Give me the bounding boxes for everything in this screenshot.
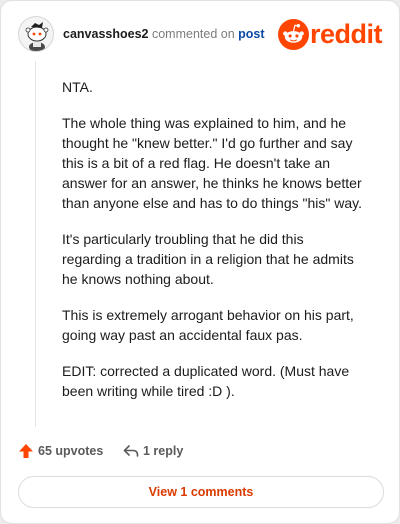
comment-paragraph: EDIT: corrected a duplicated word. (Must…	[62, 363, 350, 399]
upvote-count: 65 upvotes	[38, 444, 104, 458]
comment-paragraph: NTA.	[62, 79, 93, 95]
snoo-icon	[278, 19, 309, 50]
comment-body: NTA. The whole thing was explained to hi…	[62, 77, 362, 417]
action-text: commented on	[151, 27, 235, 41]
user-avatar[interactable]	[18, 16, 54, 52]
comment-actions: 65 upvotes 1 reply	[18, 443, 384, 463]
comment-card: canvasshoes2 commented on post reddit NT…	[0, 0, 400, 524]
brand-wordmark: reddit	[310, 19, 383, 49]
upvote-button[interactable]: 65 upvotes	[18, 443, 103, 459]
reddit-logo[interactable]: reddit	[278, 19, 384, 51]
reply-button[interactable]: 1 reply	[123, 443, 183, 459]
thread-line	[35, 61, 36, 427]
view-comments-button[interactable]: View 1 comments	[18, 476, 384, 508]
comment-paragraph: It's particularly troubling that he did …	[62, 231, 354, 287]
comment-paragraph: The whole thing was explained to him, an…	[62, 115, 362, 211]
post-link[interactable]: post	[238, 27, 264, 41]
comment-paragraph: This is extremely arrogant behavior on h…	[62, 307, 354, 343]
reply-arrow-icon	[123, 445, 139, 457]
comment-meta: canvasshoes2 commented on post	[63, 26, 265, 42]
comment-header: canvasshoes2 commented on post reddit	[18, 15, 384, 53]
username-link[interactable]: canvasshoes2	[63, 27, 148, 41]
upvote-arrow-icon	[19, 444, 33, 458]
reply-count: 1 reply	[143, 444, 184, 458]
